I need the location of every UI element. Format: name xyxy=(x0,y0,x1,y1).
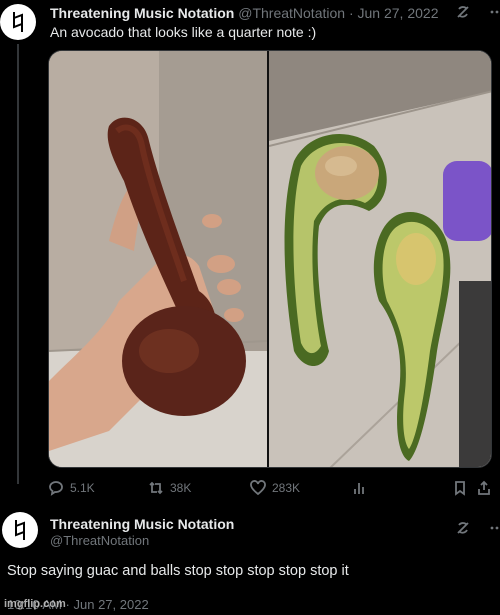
reply-button[interactable]: 5.1K xyxy=(48,480,95,496)
tweet-top-actions xyxy=(455,4,500,20)
avocado-whole-image xyxy=(49,51,267,467)
share-button[interactable] xyxy=(476,480,492,496)
natural-sign-icon xyxy=(15,520,25,540)
grok-icon[interactable] xyxy=(455,4,471,20)
handle[interactable]: @ThreatNotation xyxy=(50,533,149,548)
media-image-right[interactable] xyxy=(268,51,491,467)
display-name[interactable]: Threatening Music Notation xyxy=(50,5,234,21)
avatar[interactable] xyxy=(2,512,38,548)
natural-sign-icon xyxy=(13,12,23,32)
tweet-date[interactable]: Jun 27, 2022 xyxy=(358,5,439,21)
like-button[interactable]: 283K xyxy=(250,480,300,496)
reply-icon xyxy=(49,481,63,496)
grok-icon[interactable] xyxy=(455,520,471,536)
tweet-media[interactable] xyxy=(48,50,492,468)
like-count: 283K xyxy=(272,481,301,495)
more-icon[interactable] xyxy=(489,4,500,20)
views-button[interactable] xyxy=(352,480,368,496)
more-icon[interactable] xyxy=(489,520,500,536)
share-icon xyxy=(478,480,490,495)
thread-connector xyxy=(17,44,19,484)
retweet-button[interactable]: 38K xyxy=(148,480,191,496)
imgflip-watermark: imgflip.com xyxy=(4,598,66,610)
reply-count: 5.1K xyxy=(70,481,95,495)
media-image-left[interactable] xyxy=(49,51,267,467)
bookmark-icon xyxy=(455,481,465,496)
display-name[interactable]: Threatening Music Notation xyxy=(50,516,234,532)
handle[interactable]: @ThreatNotation xyxy=(238,5,345,21)
tweet-header: Threatening Music Notation @ThreatNotati… xyxy=(50,5,438,21)
retweet-count: 38K xyxy=(170,481,192,495)
bookmark-button[interactable] xyxy=(452,480,468,496)
heart-icon xyxy=(250,480,266,496)
analytics-icon xyxy=(354,483,364,494)
retweet-icon xyxy=(149,481,163,495)
avocado-halves-image xyxy=(268,51,491,467)
tweet-top-actions xyxy=(455,520,500,536)
tweet-action-bar: 5.1K 38K 283K xyxy=(48,478,492,498)
tweet-text: Stop saying guac and balls stop stop sto… xyxy=(7,563,349,579)
tweet-text: An avocado that looks like a quarter not… xyxy=(50,24,317,40)
avatar[interactable] xyxy=(0,4,36,40)
tweet-date: Jun 27, 2022 xyxy=(73,597,149,612)
separator: · xyxy=(345,5,358,21)
